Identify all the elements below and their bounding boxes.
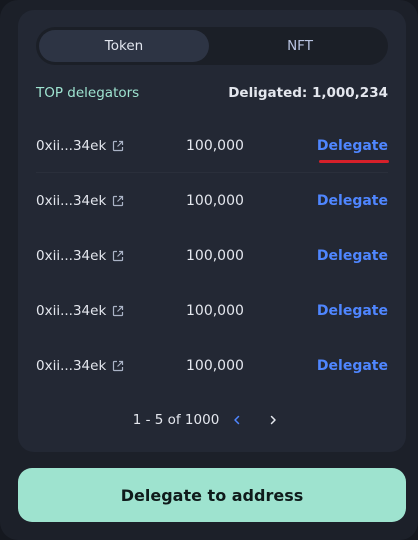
delegate-link[interactable]: Delegate [296,138,389,163]
pagination: 1 - 5 of 1000 [18,408,406,432]
delegate-link[interactable]: Delegate [296,248,388,264]
delegators-card: Token NFT TOP delegators Deligated: 1,00… [18,10,406,452]
external-link-icon[interactable] [112,305,124,317]
amount-cell: 100,000 [186,358,244,374]
table-row: 0xii...34ek 100,000 Delegate [36,126,389,166]
amount-cell: 100,000 [186,193,244,209]
highlight-underline [319,160,389,163]
address-text: 0xii...34ek [36,303,107,319]
tab-token[interactable]: Token [39,30,209,62]
delegate-link[interactable]: Delegate [296,358,388,374]
chevron-left-icon[interactable] [219,408,255,432]
tab-switch: Token NFT [36,27,388,65]
address-cell: 0xii...34ek [36,248,186,264]
delegate-label: Delegate [316,138,388,154]
address-cell: 0xii...34ek [36,193,186,209]
list-header: TOP delegators Deligated: 1,000,234 [36,82,388,104]
tab-nft[interactable]: NFT [215,30,385,62]
delegate-link[interactable]: Delegate [296,303,388,319]
table-row: 0xii...34ek 100,000 Delegate [36,236,388,276]
external-link-icon[interactable] [112,250,124,262]
table-row: 0xii...34ek 100,000 Delegate [36,291,388,331]
pagination-range: 1 - 5 of 1000 [132,412,220,428]
address-text: 0xii...34ek [36,248,107,264]
amount-cell: 100,000 [186,303,244,319]
amount-cell: 100,000 [186,138,244,154]
amount-cell: 100,000 [186,248,244,264]
delegate-to-address-button[interactable]: Delegate to address [18,468,406,522]
address-cell: 0xii...34ek [36,358,186,374]
external-link-icon[interactable] [112,360,124,372]
delegate-link[interactable]: Delegate [296,193,388,209]
address-cell: 0xii...34ek [36,303,186,319]
address-text: 0xii...34ek [36,358,107,374]
address-text: 0xii...34ek [36,138,107,154]
delegated-total: Deligated: 1,000,234 [228,85,388,101]
address-text: 0xii...34ek [36,193,107,209]
chevron-right-icon[interactable] [255,408,291,432]
table-row: 0xii...34ek 100,000 Delegate [36,181,388,221]
top-delegators-label: TOP delegators [36,85,140,101]
table-row: 0xii...34ek 100,000 Delegate [36,346,388,386]
row-divider [36,172,388,173]
external-link-icon[interactable] [112,140,124,152]
external-link-icon[interactable] [112,195,124,207]
address-cell: 0xii...34ek [36,138,186,154]
